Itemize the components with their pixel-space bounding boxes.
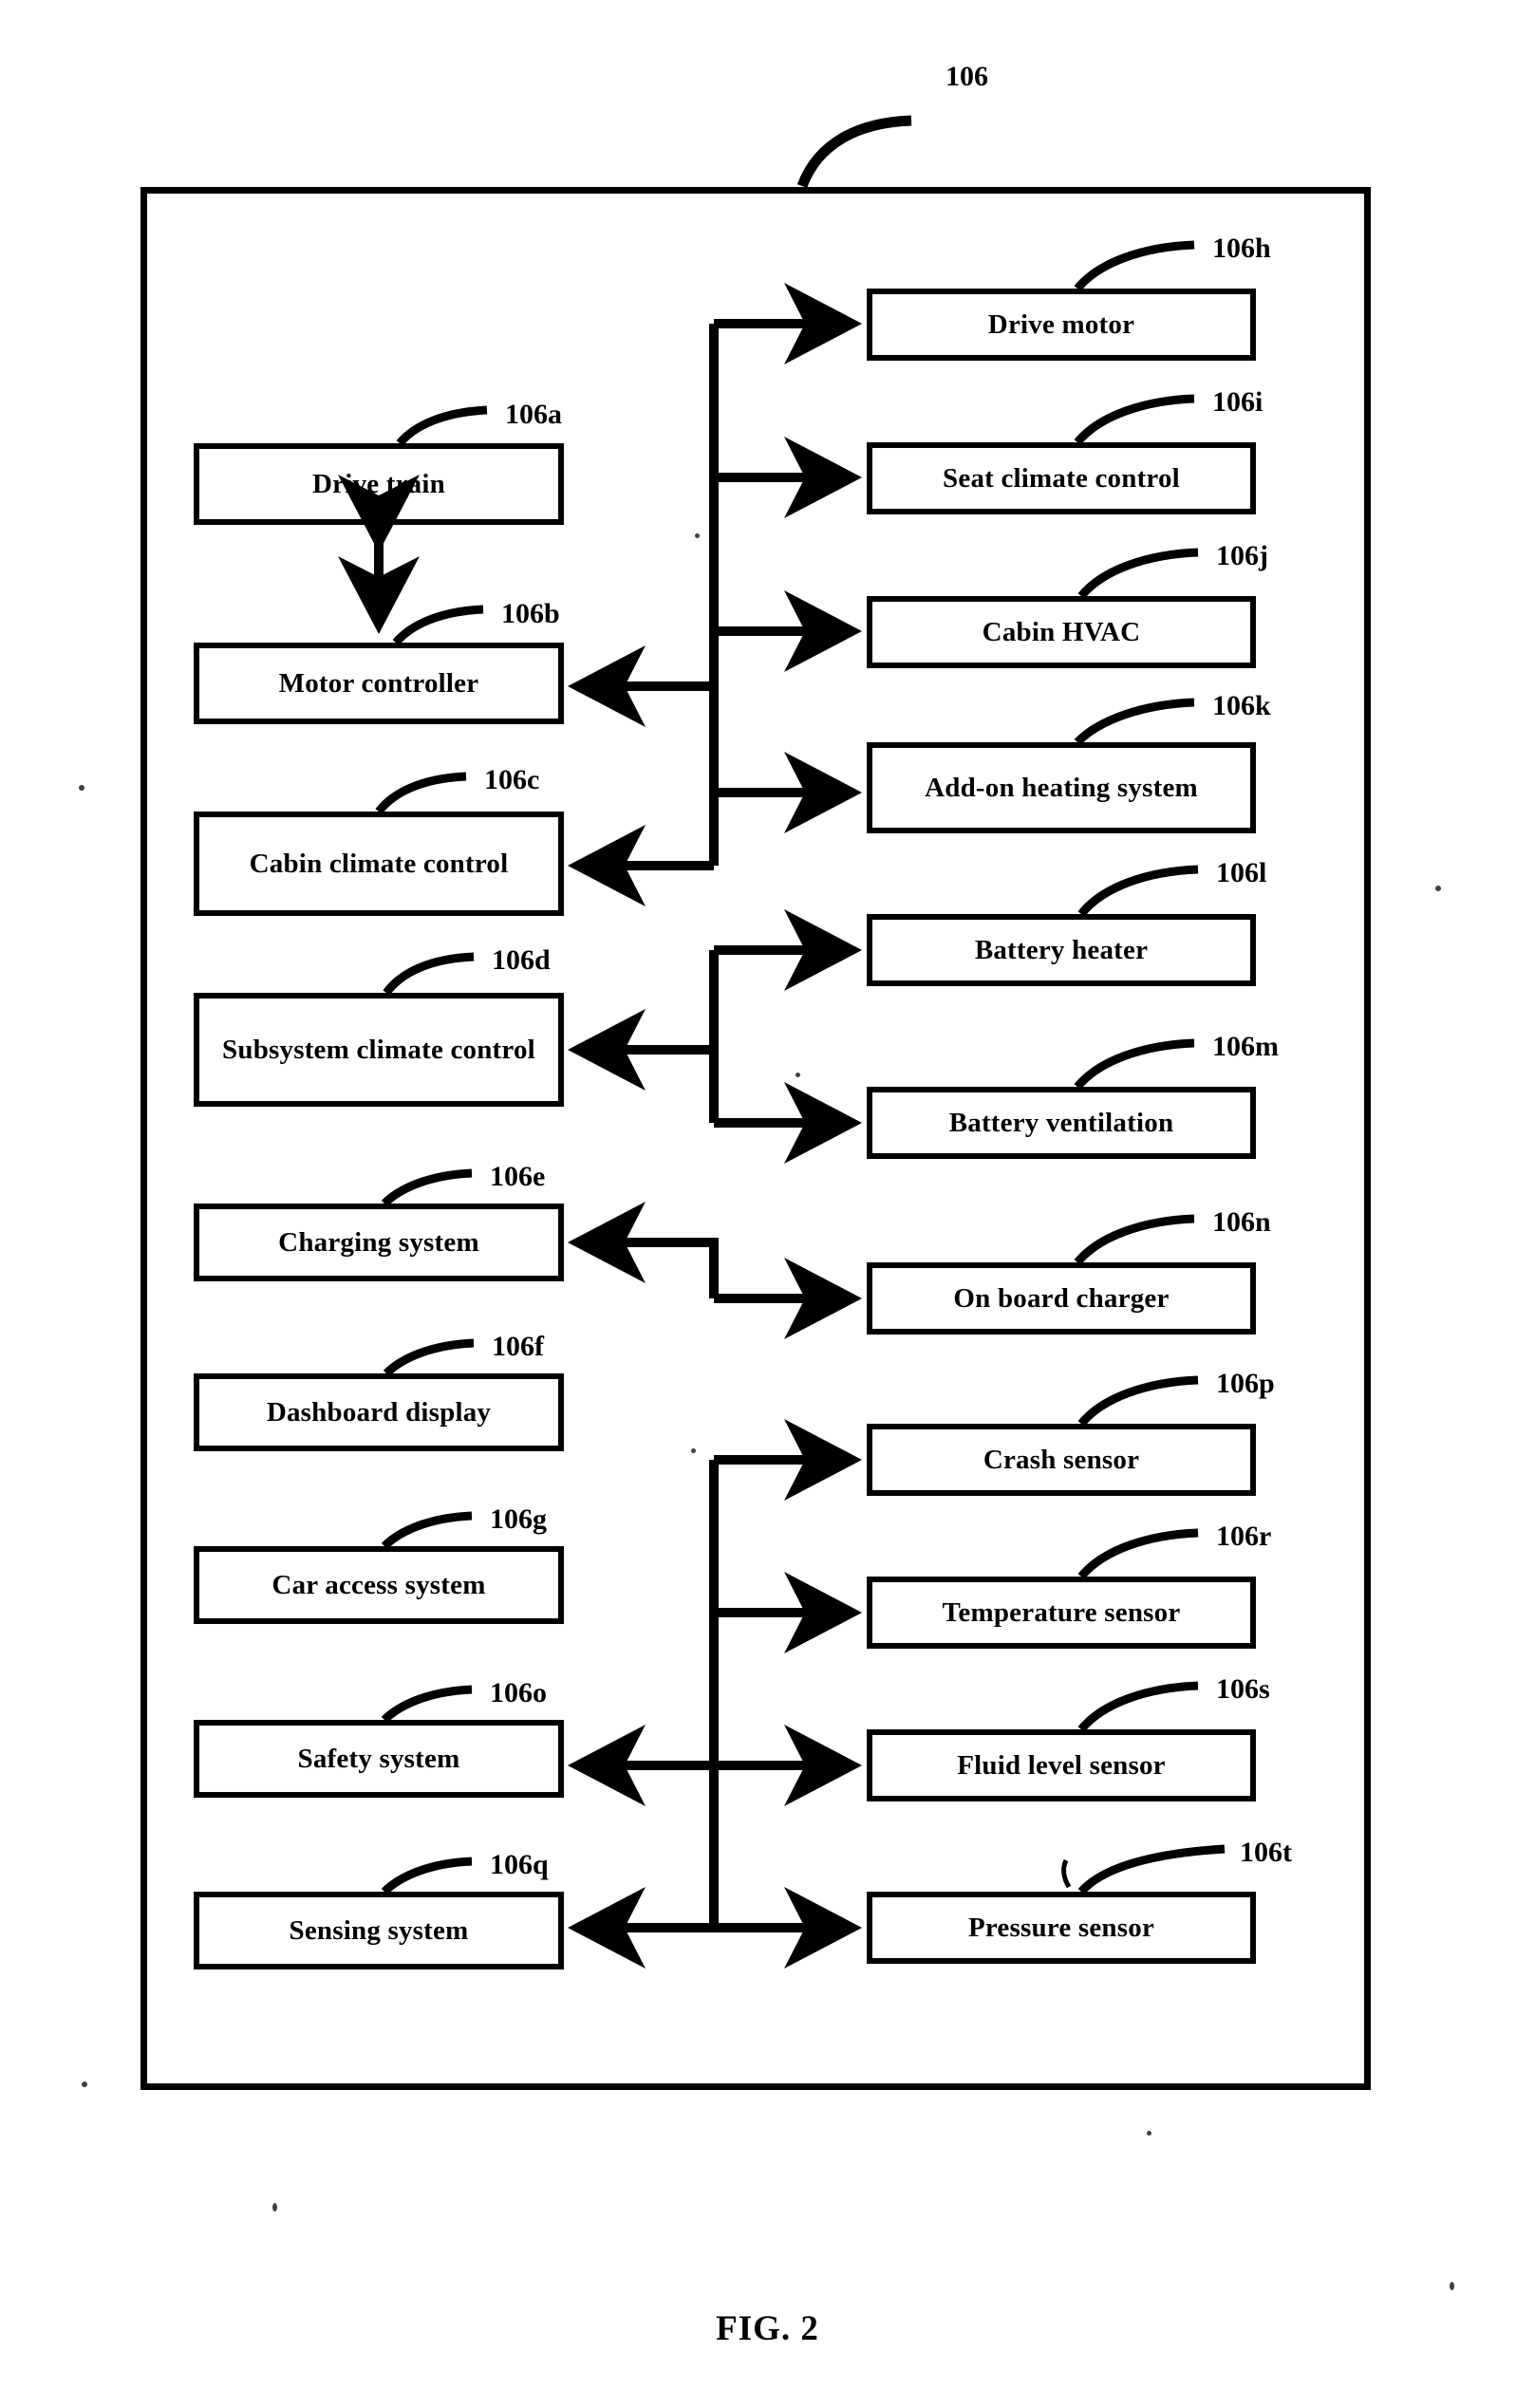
scan-speckle: [695, 533, 700, 538]
block-drive-train[interactable]: Drive train: [194, 443, 564, 525]
block-label: Sensing system: [289, 1914, 469, 1946]
block-on-board-charger[interactable]: On board charger: [867, 1262, 1256, 1335]
ref-numeral-106a: 106a: [505, 399, 562, 430]
block-label: Temperature sensor: [942, 1596, 1181, 1628]
ref-numeral-106m: 106m: [1212, 1031, 1279, 1062]
block-label: Fluid level sensor: [957, 1749, 1166, 1781]
ref-numeral-106s: 106s: [1216, 1673, 1270, 1705]
ref-numeral-106l: 106l: [1216, 857, 1267, 888]
scan-speckle: [796, 1073, 800, 1077]
ref-numeral-106d: 106d: [492, 944, 551, 976]
ref-numeral-106p: 106p: [1216, 1368, 1275, 1399]
patent-figure-page: 106 Drive train 106a Motor controller 10…: [0, 0, 1535, 2408]
scan-speckle: [1147, 2131, 1151, 2136]
ref-numeral-106n: 106n: [1212, 1206, 1271, 1238]
scan-speckle: [79, 785, 84, 791]
block-battery-ventilation[interactable]: Battery ventilation: [867, 1087, 1256, 1159]
leader-106: [796, 115, 912, 189]
block-label: Battery ventilation: [948, 1107, 1174, 1138]
scan-speckle: [272, 2203, 277, 2212]
block-add-on-heating-system[interactable]: Add-on heating system: [867, 742, 1256, 833]
block-label: Safety system: [297, 1743, 460, 1774]
block-motor-controller[interactable]: Motor controller: [194, 643, 564, 724]
block-seat-climate-control[interactable]: Seat climate control: [867, 442, 1256, 514]
block-label: Crash sensor: [983, 1444, 1140, 1475]
block-label: Drive motor: [987, 308, 1135, 340]
block-label: Motor controller: [278, 667, 479, 699]
ref-numeral-106e: 106e: [490, 1161, 546, 1192]
block-fluid-level-sensor[interactable]: Fluid level sensor: [867, 1729, 1256, 1801]
block-label: Cabin climate control: [249, 848, 509, 879]
block-label: Drive train: [312, 468, 445, 499]
block-label: Subsystem climate control: [222, 1034, 535, 1065]
block-temperature-sensor[interactable]: Temperature sensor: [867, 1577, 1256, 1649]
block-dashboard-display[interactable]: Dashboard display: [194, 1373, 564, 1451]
ref-numeral-106q: 106q: [490, 1849, 549, 1880]
block-car-access-system[interactable]: Car access system: [194, 1546, 564, 1624]
scan-speckle: [1435, 886, 1441, 891]
ref-numeral-106g: 106g: [490, 1503, 547, 1535]
ref-numeral-106i: 106i: [1212, 386, 1264, 418]
scan-speckle: [1450, 2282, 1454, 2290]
block-label: Charging system: [278, 1226, 479, 1258]
block-label: Car access system: [271, 1569, 486, 1600]
figure-caption: FIG. 2: [716, 2309, 819, 2348]
block-cabin-climate-control[interactable]: Cabin climate control: [194, 812, 564, 916]
block-pressure-sensor[interactable]: Pressure sensor: [867, 1892, 1256, 1964]
block-label: Battery heater: [974, 934, 1149, 965]
scan-speckle: [82, 2081, 87, 2087]
ref-numeral-106j: 106j: [1216, 540, 1268, 571]
ref-numeral-106: 106: [945, 61, 988, 92]
scan-speckle: [691, 1448, 696, 1453]
ref-numeral-106o: 106o: [490, 1677, 547, 1708]
ref-numeral-106c: 106c: [484, 764, 540, 795]
block-label: Cabin HVAC: [982, 616, 1141, 647]
ref-numeral-106k: 106k: [1212, 690, 1271, 721]
block-label: Seat climate control: [943, 462, 1180, 494]
ref-numeral-106b: 106b: [501, 598, 560, 629]
block-sensing-system[interactable]: Sensing system: [194, 1892, 564, 1969]
block-drive-motor[interactable]: Drive motor: [867, 289, 1256, 361]
block-label: Pressure sensor: [967, 1912, 1155, 1943]
block-safety-system[interactable]: Safety system: [194, 1720, 564, 1798]
ref-numeral-106r: 106r: [1216, 1521, 1272, 1552]
block-crash-sensor[interactable]: Crash sensor: [867, 1424, 1256, 1496]
block-label: Add-on heating system: [925, 772, 1198, 803]
ref-numeral-106h: 106h: [1212, 233, 1271, 264]
block-battery-heater[interactable]: Battery heater: [867, 914, 1256, 986]
ref-numeral-106f: 106f: [492, 1331, 544, 1362]
block-subsystem-climate-control[interactable]: Subsystem climate control: [194, 993, 564, 1107]
block-label: On board charger: [953, 1282, 1170, 1314]
block-label: Dashboard display: [266, 1396, 492, 1428]
block-charging-system[interactable]: Charging system: [194, 1204, 564, 1281]
ref-numeral-106t: 106t: [1240, 1837, 1292, 1868]
block-cabin-hvac[interactable]: Cabin HVAC: [867, 596, 1256, 668]
